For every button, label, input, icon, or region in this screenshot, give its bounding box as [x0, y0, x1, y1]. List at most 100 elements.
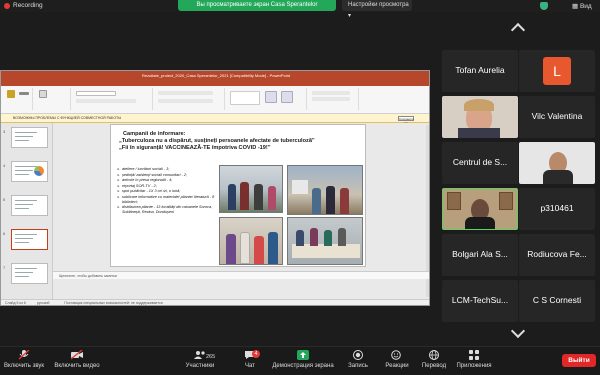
participant-tile[interactable]: Vilc Valentina: [519, 96, 595, 138]
reactions-button[interactable]: Реакции: [382, 350, 412, 369]
quick-styles-icon[interactable]: [281, 91, 293, 103]
share-banner: Вы просматриваете экран Casa Sperantelor: [178, 0, 336, 11]
ppt-status-bar: Слайд 5 из 6 русский Поставщик специальн…: [1, 299, 429, 305]
find-button[interactable]: [312, 91, 350, 95]
slide-bullet: distribuirea pliante - 13 localități din…: [117, 205, 219, 214]
compatibility-warning: ВОЗМОЖНЫ ПРОБЛЕМЫ С ФУНКЦИЕЙ СОВМЕСТНОЙ …: [1, 114, 429, 123]
paragraph-buttons[interactable]: [158, 91, 213, 95]
slide-thumbnail[interactable]: [11, 161, 48, 182]
paste-icon[interactable]: [7, 90, 15, 98]
share-screen-label: Демонстрация экрана: [272, 363, 334, 369]
participant-tile[interactable]: Bolgari Ala S...: [442, 234, 518, 276]
record-dot-icon: [4, 2, 10, 9]
photo-indoor-group: [219, 217, 283, 265]
leave-button[interactable]: Выйти: [562, 354, 596, 367]
photo-street-group: [219, 165, 283, 213]
slide-thumbnail[interactable]: [11, 195, 48, 216]
slide-thumbnail[interactable]: [11, 229, 48, 250]
participant-tile[interactable]: Centrul de S...: [442, 142, 518, 184]
participant-tile[interactable]: p310461: [519, 188, 595, 230]
slide-thumbnail[interactable]: [11, 127, 48, 148]
avatar: L: [543, 57, 571, 85]
chat-unread-badge: 4: [252, 350, 260, 358]
photo-meeting-room: [287, 165, 363, 215]
slide-heading-block: Campanii de informare: „Tuberculoza nu a…: [119, 131, 359, 152]
font-format-buttons[interactable]: [76, 99, 136, 103]
mic-muted-icon: [18, 350, 30, 360]
globe-icon: [429, 350, 439, 360]
participant-video-tile[interactable]: [519, 142, 595, 184]
ribbon-group-clipboard: [3, 88, 33, 110]
recording-label: Recording: [13, 2, 43, 9]
slide-bullet-list: ateliere / lucrători sociali - 3;ședință…: [117, 167, 219, 215]
slide-bullet: ateliere / lucrători sociali - 3;: [117, 167, 219, 172]
participant-tile[interactable]: L: [519, 50, 595, 92]
replace-button[interactable]: [312, 97, 350, 101]
ppt-ribbon: [1, 86, 429, 114]
font-select[interactable]: [76, 91, 116, 96]
view-options-button[interactable]: Настройки просмотра ▾: [342, 0, 412, 19]
new-slide-icon[interactable]: [39, 90, 47, 98]
status-language: русский: [36, 301, 50, 305]
smile-plus-icon: [391, 350, 401, 360]
thumbnail-number: 7: [3, 265, 6, 270]
ribbon-group-paragraph: [155, 88, 225, 110]
thumbnail-number: 3: [3, 129, 6, 134]
slide-bullet: articole în presa regională - 4;: [117, 178, 219, 183]
chat-label: Чат: [245, 363, 255, 369]
participant-video-tile[interactable]: [442, 96, 518, 138]
ribbon-group-slides: [35, 88, 71, 110]
apps-button[interactable]: Приложения: [454, 350, 494, 369]
slide-bullet: sublicare informative cu materiale/ plia…: [117, 195, 219, 204]
unmute-button[interactable]: Включить звук: [4, 350, 44, 369]
slide-bullet: ședință/ asistenți sociali comunitari - …: [117, 173, 219, 178]
participants-count: 265: [206, 354, 216, 360]
video-off-icon: [71, 350, 83, 360]
participants-label: Участники: [185, 363, 215, 369]
participant-name: C S Cornesti: [532, 295, 582, 305]
slide-heading: Campanii de informare:: [123, 131, 186, 137]
share-screen-button[interactable]: Демонстрация экрана: [272, 350, 334, 369]
slide-line-1: „Tuberculoza nu a dispărut, susțineți pe…: [119, 138, 315, 144]
participants-button[interactable]: Участники: [178, 350, 222, 369]
participant-tile[interactable]: Rodiucova Fe...: [519, 234, 595, 276]
slide-bullet: spot publicitar - 1X 3 ori /zi, o lună;: [117, 189, 219, 194]
recording-indicator[interactable]: Recording: [4, 2, 43, 9]
translate-button[interactable]: Перевод: [420, 350, 448, 369]
start-video-label: Включить видео: [54, 363, 100, 369]
participants-icon: [194, 351, 205, 359]
participant-name: Vilc Valentina: [531, 111, 583, 121]
participant-video-tile-active[interactable]: [442, 188, 518, 230]
notes-pane[interactable]: Щелкните, чтобы добавить заметки: [53, 271, 429, 279]
apps-grid-icon: [469, 350, 479, 360]
scroll-down-arrow-icon[interactable]: [510, 323, 526, 339]
save-as-button[interactable]: Сохранить как: [398, 116, 414, 125]
slide-thumbnail[interactable]: [11, 263, 48, 284]
ribbon-group-drawing: [227, 88, 307, 110]
participant-name: LCM-TechSu...: [451, 295, 509, 305]
arrange-icon[interactable]: [265, 91, 277, 103]
start-video-button[interactable]: Включить видео: [52, 350, 102, 369]
ppt-title-bar: Rezultate_proiect_2020_Casa Sperantelor_…: [1, 71, 429, 80]
record-button[interactable]: Запись: [344, 350, 372, 369]
thumbnail-number: 5: [3, 197, 6, 202]
current-slide[interactable]: Campanii de informare: „Tuberculoza nu a…: [110, 124, 366, 267]
record-label: Запись: [348, 363, 368, 369]
scroll-up-arrow-icon[interactable]: [510, 22, 526, 38]
record-icon: [353, 350, 363, 360]
participant-name: Centrul de S...: [452, 157, 508, 167]
cut-icon[interactable]: [19, 92, 29, 95]
shapes-gallery[interactable]: [230, 91, 260, 105]
participant-tile[interactable]: LCM-TechSu...: [442, 280, 518, 322]
view-button[interactable]: ▦ Вид: [572, 2, 592, 10]
slide-line-2: „Fii în siguranță! VACCINEAZĂ-TE împotri…: [119, 145, 271, 151]
shield-icon[interactable]: [540, 2, 548, 10]
slide-thumbnails-pane: 3 4 5 6 7: [1, 123, 53, 301]
translate-label: Перевод: [421, 363, 447, 369]
slide-bullet: reportaj SOR-TV - 2;: [117, 184, 219, 189]
view-label: Вид: [579, 3, 592, 10]
participant-tile[interactable]: C S Cornesti: [519, 280, 595, 322]
alignment-buttons[interactable]: [158, 99, 213, 103]
unmute-label: Включить звук: [4, 363, 45, 369]
participant-tile[interactable]: Tofan Aurelia: [442, 50, 518, 92]
